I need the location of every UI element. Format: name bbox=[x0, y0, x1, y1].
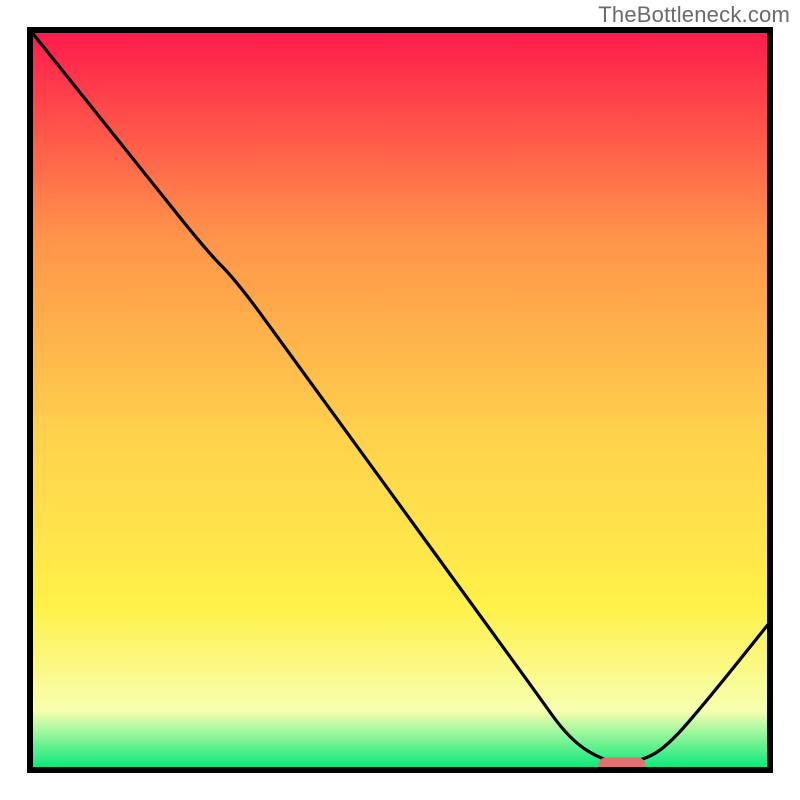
watermark-text: TheBottleneck.com bbox=[598, 2, 790, 28]
plot-background bbox=[30, 30, 770, 770]
bottleneck-chart bbox=[0, 0, 800, 800]
chart-frame: { "watermark": "TheBottleneck.com", "cha… bbox=[0, 0, 800, 800]
